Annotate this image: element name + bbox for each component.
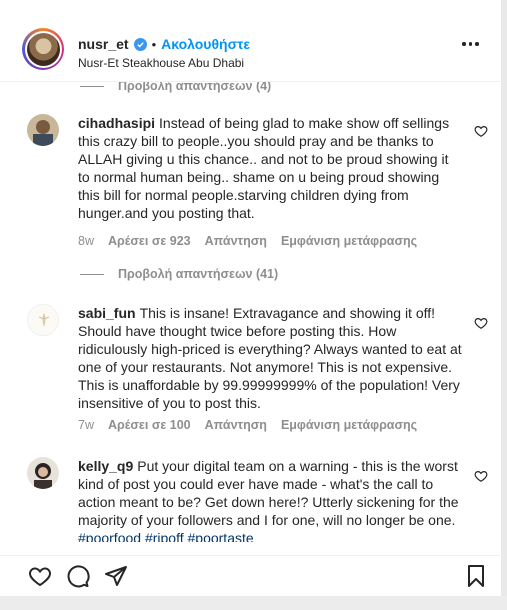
like-comment-heart-icon[interactable] xyxy=(474,469,488,483)
comment-icon[interactable] xyxy=(66,564,90,588)
view-replies-label: Προβολή απαντήσεων (41) xyxy=(118,267,279,281)
avatar-image xyxy=(26,32,60,66)
comment-text: Put your digital team on a warning - thi… xyxy=(78,458,459,528)
commenter-avatar[interactable] xyxy=(27,457,59,489)
follow-button[interactable]: Ακολουθήστε xyxy=(161,36,250,52)
comment-username[interactable]: sabi_fun xyxy=(78,305,136,321)
view-replies-label: Προβολή απαντήσεων (4) xyxy=(118,82,272,93)
commenter-avatar[interactable] xyxy=(27,304,59,336)
comment-time[interactable]: 8w xyxy=(78,234,94,248)
translate-button[interactable]: Εμφάνιση μετάφρασης xyxy=(281,418,417,432)
reply-button[interactable]: Απάντηση xyxy=(205,234,267,248)
replies-divider xyxy=(80,85,104,87)
post-comments-panel: nusr_et • Ακολουθήστε Nusr-Et Steakhouse… xyxy=(0,0,507,610)
window-edge xyxy=(501,0,507,610)
comment-text-block: cihadhasipi Instead of being glad to make… xyxy=(78,114,462,222)
heart-icon[interactable] xyxy=(28,564,52,588)
translate-button[interactable]: Εμφάνιση μετάφρασης xyxy=(281,234,417,248)
location-link[interactable]: Nusr-Et Steakhouse Abu Dhabi xyxy=(78,56,244,70)
comment-meta: 8w Αρέσει σε 923 Απάντηση Εμφάνιση μετάφ… xyxy=(78,234,417,248)
comments-list: Προβολή απαντήσεων (4) cihadhasipi Instea… xyxy=(0,82,500,542)
view-replies-button[interactable]: Προβολή απαντήσεων (41) xyxy=(80,267,278,281)
comment-text-block: sabi_fun This is insane! Extravagance and… xyxy=(78,304,462,412)
view-replies-button[interactable]: Προβολή απαντήσεων (4) xyxy=(80,82,271,93)
comment-text-block: kelly_q9 Put your digital team on a warni… xyxy=(78,457,462,542)
comment-username[interactable]: kelly_q9 xyxy=(78,458,133,474)
post-header: nusr_et • Ακολουθήστε Nusr-Et Steakhouse… xyxy=(0,0,500,82)
comment-likes[interactable]: Αρέσει σε 100 xyxy=(108,418,191,432)
window-bottom-edge xyxy=(0,596,507,610)
comment-username[interactable]: cihadhasipi xyxy=(78,115,155,131)
comment-time[interactable]: 7w xyxy=(78,418,94,432)
paper-plane-icon[interactable] xyxy=(104,564,128,588)
user-row: nusr_et • Ακολουθήστε xyxy=(78,36,250,52)
bookmark-icon[interactable] xyxy=(464,564,488,588)
profile-avatar[interactable] xyxy=(22,28,64,70)
post-action-bar xyxy=(0,555,500,595)
separator-dot: • xyxy=(151,36,157,52)
comment-meta: 7w Αρέσει σε 100 Απάντηση Εμφάνιση μετάφ… xyxy=(78,418,417,432)
reply-button[interactable]: Απάντηση xyxy=(205,418,267,432)
commenter-avatar[interactable] xyxy=(27,114,59,146)
more-options-icon[interactable] xyxy=(462,42,479,46)
like-comment-heart-icon[interactable] xyxy=(474,316,488,330)
replies-divider xyxy=(80,273,104,275)
like-comment-heart-icon[interactable] xyxy=(474,124,488,138)
comment-hashtags[interactable]: #poorfood #ripoff #poortaste xyxy=(78,530,254,542)
username-link[interactable]: nusr_et xyxy=(78,36,129,52)
verified-badge-icon xyxy=(133,37,147,51)
comment-likes[interactable]: Αρέσει σε 923 xyxy=(108,234,191,248)
